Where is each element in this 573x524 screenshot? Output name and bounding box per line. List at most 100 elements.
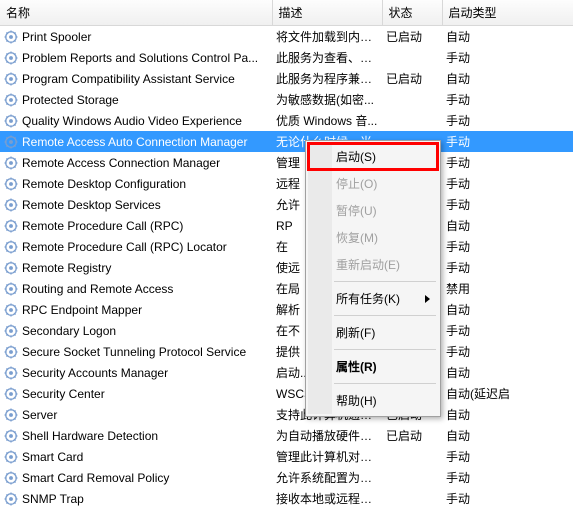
service-gear-icon <box>4 114 18 128</box>
service-start-type: 自动 <box>442 404 573 425</box>
service-name: Server <box>22 408 57 422</box>
service-name: RPC Endpoint Mapper <box>22 303 142 317</box>
table-row[interactable]: Protected Storage为敏感数据(如密...手动 <box>0 89 573 110</box>
table-row[interactable]: Print Spooler将文件加载到内存...已启动自动 <box>0 26 573 48</box>
table-row[interactable]: RPC Endpoint Mapper解析已启动自动 <box>0 299 573 320</box>
menu-item-refresh[interactable]: 刷新(F) <box>308 319 438 346</box>
service-start-type: 手动 <box>442 320 573 341</box>
table-row[interactable]: Security Accounts Manager启动...已启动自动 <box>0 362 573 383</box>
service-start-type: 自动 <box>442 26 573 48</box>
service-name: Security Accounts Manager <box>22 366 168 380</box>
service-gear-icon <box>4 177 18 191</box>
table-row[interactable]: Remote Desktop Services允许手动 <box>0 194 573 215</box>
service-gear-icon <box>4 366 18 380</box>
service-desc: 将文件加载到内存... <box>272 26 382 48</box>
service-name: Routing and Remote Access <box>22 282 173 296</box>
service-name: Smart Card <box>22 450 83 464</box>
service-status <box>382 47 442 68</box>
menu-item-restart[interactable]: 重新启动(E) <box>308 251 438 278</box>
service-status: 已启动 <box>382 26 442 48</box>
table-row[interactable]: SNMP Trap接收本地或远程简...手动 <box>0 488 573 509</box>
table-row[interactable]: Routing and Remote Access在局禁用 <box>0 278 573 299</box>
service-status: 已启动 <box>382 425 442 446</box>
service-name: Program Compatibility Assistant Service <box>22 72 235 86</box>
menu-item-stop[interactable]: 停止(O) <box>308 170 438 197</box>
table-row[interactable]: Smart Card Removal Policy允许系统配置为移...手动 <box>0 467 573 488</box>
menu-item-label: 属性(R) <box>336 360 377 374</box>
service-start-type: 自动 <box>442 425 573 446</box>
table-row[interactable]: Program Compatibility Assistant Service此… <box>0 68 573 89</box>
service-name: Remote Access Auto Connection Manager <box>22 135 247 149</box>
table-row[interactable]: Remote Procedure Call (RPC)RP已启动自动 <box>0 215 573 236</box>
service-name: Quality Windows Audio Video Experience <box>22 114 242 128</box>
service-gear-icon <box>4 282 18 296</box>
service-gear-icon <box>4 156 18 170</box>
table-row[interactable]: Remote Access Connection Manager管理已启动手动 <box>0 152 573 173</box>
col-header-name[interactable]: 名称 <box>0 0 272 26</box>
service-gear-icon <box>4 93 18 107</box>
service-gear-icon <box>4 261 18 275</box>
menu-item-properties[interactable]: 属性(R) <box>308 353 438 380</box>
table-row[interactable]: Remote Access Auto Connection Manager无论什… <box>0 131 573 152</box>
service-desc: 为敏感数据(如密... <box>272 89 382 110</box>
service-start-type: 自动 <box>442 215 573 236</box>
menu-item-start[interactable]: 启动(S) <box>308 143 438 170</box>
context-menu: 启动(S) 停止(O) 暂停(U) 恢复(M) 重新启动(E) 所有任务(K) … <box>305 140 441 417</box>
service-start-type: 手动 <box>442 194 573 215</box>
table-row[interactable]: Security CenterWSCSVC(Windo...已启动自动(延迟启 <box>0 383 573 404</box>
service-gear-icon <box>4 450 18 464</box>
service-start-type: 自动(延迟启 <box>442 383 573 404</box>
service-start-type: 手动 <box>442 152 573 173</box>
menu-item-pause[interactable]: 暂停(U) <box>308 197 438 224</box>
service-name: Secure Socket Tunneling Protocol Service <box>22 345 246 359</box>
service-gear-icon <box>4 387 18 401</box>
menu-item-alltasks[interactable]: 所有任务(K) <box>308 285 438 312</box>
service-desc: 接收本地或远程简... <box>272 488 382 509</box>
service-gear-icon <box>4 219 18 233</box>
service-start-type: 手动 <box>442 467 573 488</box>
service-gear-icon <box>4 324 18 338</box>
col-header-status[interactable]: 状态 <box>382 0 442 26</box>
menu-item-help[interactable]: 帮助(H) <box>308 387 438 414</box>
table-row[interactable]: Server支持此计算机通过...已启动自动 <box>0 404 573 425</box>
service-gear-icon <box>4 51 18 65</box>
table-row[interactable]: Secure Socket Tunneling Protocol Service… <box>0 341 573 362</box>
service-name: Problem Reports and Solutions Control Pa… <box>22 51 258 65</box>
table-row[interactable]: Secondary Logon在不手动 <box>0 320 573 341</box>
table-row[interactable]: Shell Hardware Detection为自动播放硬件事...已启动自动 <box>0 425 573 446</box>
service-gear-icon <box>4 471 18 485</box>
service-gear-icon <box>4 135 18 149</box>
service-gear-icon <box>4 429 18 443</box>
col-header-desc[interactable]: 描述 <box>272 0 382 26</box>
service-name: Secondary Logon <box>22 324 116 338</box>
service-gear-icon <box>4 303 18 317</box>
service-desc: 此服务为查看、发... <box>272 47 382 68</box>
service-start-type: 自动 <box>442 362 573 383</box>
table-row[interactable]: Remote Desktop Configuration远程手动 <box>0 173 573 194</box>
table-row[interactable]: Quality Windows Audio Video Experience优质… <box>0 110 573 131</box>
service-start-type: 自动 <box>442 299 573 320</box>
service-start-type: 手动 <box>442 257 573 278</box>
service-name: SNMP Trap <box>22 492 84 506</box>
service-gear-icon <box>4 72 18 86</box>
service-start-type: 手动 <box>442 110 573 131</box>
service-status <box>382 467 442 488</box>
service-status: 已启动 <box>382 68 442 89</box>
service-start-type: 手动 <box>442 236 573 257</box>
col-header-start[interactable]: 启动类型 <box>442 0 573 26</box>
menu-item-label: 所有任务(K) <box>336 292 400 306</box>
submenu-arrow-icon <box>425 295 430 303</box>
table-row[interactable]: Smart Card管理此计算机对智...手动 <box>0 446 573 467</box>
service-name: Remote Registry <box>22 261 111 275</box>
table-row[interactable]: Problem Reports and Solutions Control Pa… <box>0 47 573 68</box>
service-start-type: 手动 <box>442 446 573 467</box>
menu-item-resume[interactable]: 恢复(M) <box>308 224 438 251</box>
service-name: Remote Desktop Configuration <box>22 177 186 191</box>
service-gear-icon <box>4 345 18 359</box>
service-status <box>382 110 442 131</box>
service-name: Smart Card Removal Policy <box>22 471 169 485</box>
table-row[interactable]: Remote Procedure Call (RPC) Locator在手动 <box>0 236 573 257</box>
service-start-type: 自动 <box>442 68 573 89</box>
table-row[interactable]: Remote Registry使远手动 <box>0 257 573 278</box>
service-gear-icon <box>4 408 18 422</box>
